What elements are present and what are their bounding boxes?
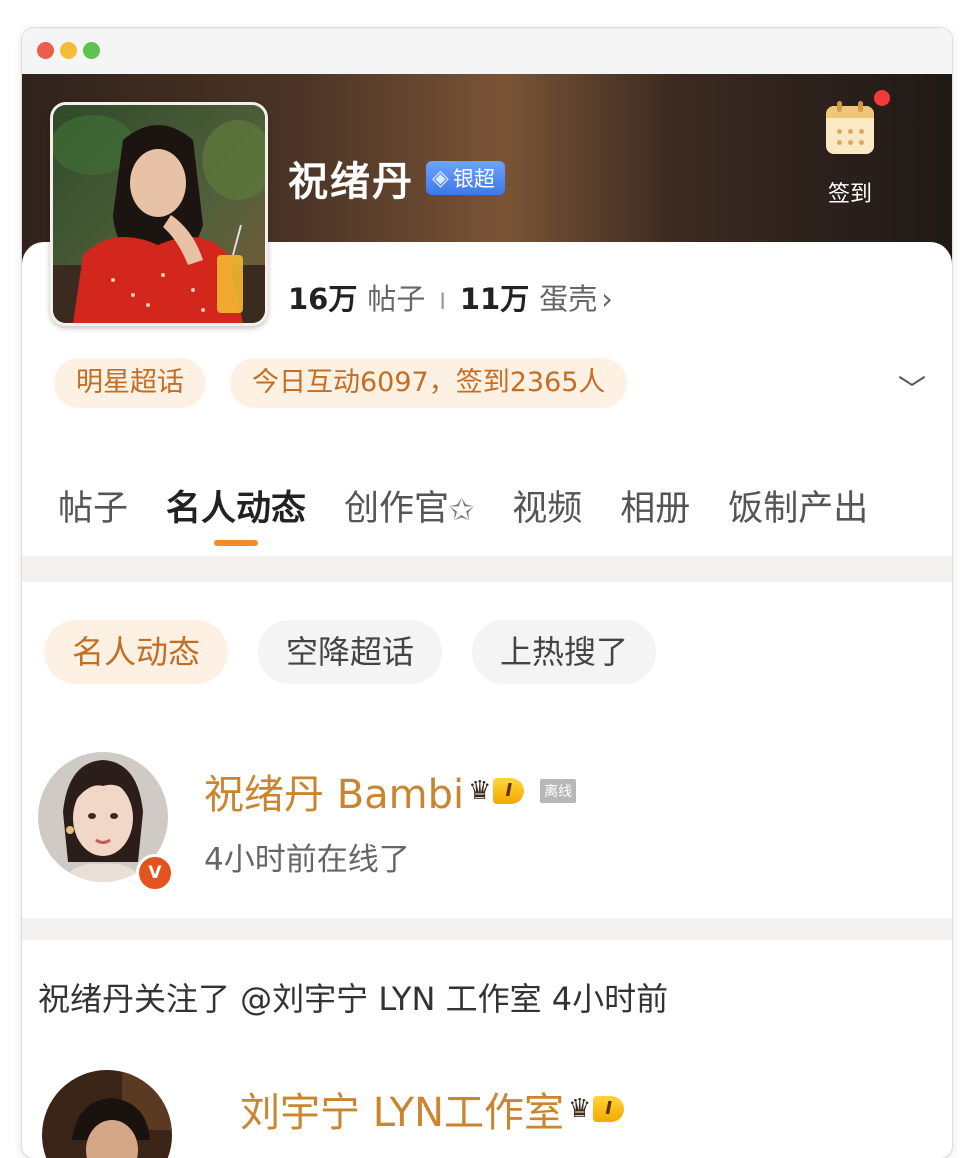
checkin-button[interactable]: 签到 (818, 101, 882, 208)
eggshell-label[interactable]: 蛋壳 (539, 276, 597, 318)
posts-label: 帖子 (367, 282, 426, 316)
filter-trending[interactable]: 上热搜了 (472, 620, 657, 684)
close-window-button[interactable] (37, 42, 54, 59)
zoom-window-button[interactable] (83, 42, 100, 59)
today-activity-chip[interactable]: 今日互动6097，签到2365人 (230, 358, 628, 408)
notification-dot (874, 90, 890, 106)
followed-account-name-row: 刘宇宁 LYN工作室 ♛ I (240, 1080, 625, 1138)
tab-albums[interactable]: 相册 (620, 480, 690, 554)
level-label: I (593, 1096, 625, 1122)
offline-tag: 离线 (540, 779, 577, 803)
chevron-right-icon[interactable]: › (601, 282, 613, 316)
celebrity-name-row: 祝绪丹 Bambi ♛ I 离线 (204, 762, 577, 820)
section-divider (22, 556, 952, 582)
tab-posts[interactable]: 帖子 (58, 480, 128, 554)
section-divider (22, 918, 952, 940)
tab-videos[interactable]: 视频 (512, 480, 582, 554)
calendar-icon (826, 101, 874, 154)
followed-account-name[interactable]: 刘宇宁 LYN工作室 (240, 1080, 564, 1138)
tab-celebrity-updates[interactable]: 名人动态 (166, 480, 306, 554)
posts-count: 16万 (288, 282, 358, 316)
level-label: I (493, 778, 525, 804)
activity-text[interactable]: 祝绪丹关注了 @刘宇宁 LYN 工作室 4小时前 (38, 974, 668, 1020)
eggshell-count[interactable]: 11万 (460, 276, 529, 318)
supertopic-stats: 16万 帖子 I 11万 蛋壳 › (288, 276, 613, 318)
filter-chips: 名人动态 空降超话 上热搜了 (44, 620, 686, 684)
silver-super-badge[interactable]: ◈ 银超 (426, 161, 505, 195)
filter-celebrity-updates[interactable]: 名人动态 (44, 620, 229, 684)
app-window: 祝绪丹 ◈ 银超 签到 16万 帖子 I 11万 蛋壳 › 明星超话 今日互动6… (22, 28, 952, 1158)
followed-account-item[interactable]: 刘宇宁 LYN工作室 ♛ I (36, 1068, 936, 1158)
stats-separator: I (439, 290, 446, 315)
tab-creators[interactable]: 创作官✩ (344, 480, 474, 554)
avatar[interactable] (42, 1070, 172, 1158)
fan-level-badge: ♛ I (568, 1094, 625, 1124)
supertopic-name: 祝绪丹 (288, 159, 414, 205)
diamond-icon: ◈ (432, 165, 449, 191)
supertopic-title-row: 祝绪丹 ◈ 银超 (288, 150, 505, 206)
window-titlebar (22, 28, 952, 74)
info-chips: 明星超话 今日互动6097，签到2365人 (54, 358, 651, 408)
category-chip[interactable]: 明星超话 (54, 358, 206, 408)
filter-airdrop[interactable]: 空降超话 (258, 620, 443, 684)
crown-icon: ♛ (568, 1094, 592, 1124)
crown-icon: ♛ (468, 776, 492, 806)
checkin-label: 签到 (827, 182, 872, 207)
chevron-down-icon[interactable]: ﹀ (898, 368, 926, 408)
star-icon: ✩ (449, 493, 475, 528)
tab-bar: 帖子 名人动态 创作官✩ 视频 相册 饭制产出 (22, 480, 952, 554)
badge-label: 银超 (452, 167, 495, 191)
minimize-window-button[interactable] (60, 42, 77, 59)
tab-creators-label: 创作官 (344, 489, 450, 529)
fan-level-badge: ♛ I (468, 776, 525, 806)
celebrity-item[interactable]: V 祝绪丹 Bambi ♛ I 离线 4小时前在线了 (36, 748, 936, 898)
celebrity-name[interactable]: 祝绪丹 Bambi (204, 762, 464, 820)
supertopic-cover-image[interactable] (50, 102, 268, 326)
verified-badge: V (136, 854, 174, 892)
tab-fan-works[interactable]: 饭制产出 (728, 480, 868, 554)
online-status: 4小时前在线了 (204, 842, 410, 878)
